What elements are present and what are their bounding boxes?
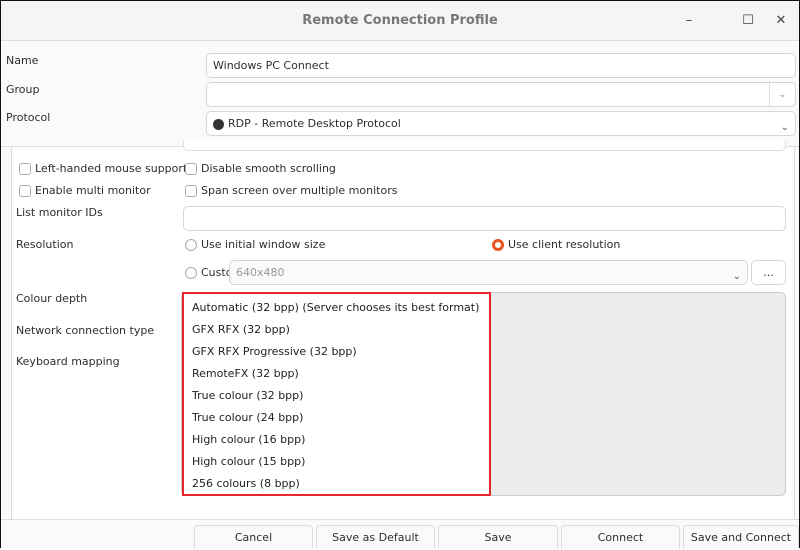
cancel-button[interactable]: Cancel — [194, 525, 313, 549]
group-input[interactable]: ⌄ — [206, 82, 796, 107]
radio-client-resolution[interactable]: Use client resolution — [492, 238, 620, 251]
left-handed-checkbox[interactable]: Left-handed mouse support — [19, 162, 187, 175]
chevron-down-icon[interactable]: ⌄ — [769, 83, 795, 106]
previous-field — [183, 141, 786, 151]
radio-selected-icon — [492, 238, 504, 251]
radio-label: Use initial window size — [201, 238, 326, 251]
more-button[interactable]: ... — [751, 260, 786, 285]
colour-depth-options-highlight: Automatic (32 bpp) (Server chooses its b… — [182, 292, 491, 496]
checkbox-label: Enable multi monitor — [35, 184, 151, 197]
protocol-value: RDP - Remote Desktop Protocol — [228, 117, 401, 130]
colour-depth-option[interactable]: Automatic (32 bpp) (Server chooses its b… — [192, 301, 479, 314]
monitor-ids-label: List monitor IDs — [16, 206, 103, 219]
chevron-down-icon: ⌄ — [780, 122, 789, 133]
minimize-icon[interactable]: – — [679, 11, 699, 31]
close-icon[interactable]: ✕ — [771, 11, 791, 31]
span-screen-checkbox[interactable]: Span screen over multiple monitors — [185, 184, 397, 197]
custom-resolution-value: 640x480 — [236, 266, 285, 279]
colour-depth-option[interactable]: High colour (16 bpp) — [192, 433, 305, 446]
multi-monitor-checkbox[interactable]: Enable multi monitor — [19, 184, 151, 197]
group-label: Group — [6, 83, 40, 96]
resolution-label: Resolution — [16, 238, 74, 251]
save-as-default-button[interactable]: Save as Default — [316, 525, 435, 549]
chevron-down-icon: ⌄ — [732, 271, 741, 282]
checkbox-label: Left-handed mouse support — [35, 162, 188, 175]
disable-smooth-scrolling-checkbox[interactable]: Disable smooth scrolling — [185, 162, 336, 175]
checkbox-label: Span screen over multiple monitors — [201, 184, 398, 197]
save-and-connect-button[interactable]: Save and Connect — [683, 525, 799, 549]
colour-depth-option[interactable]: RemoteFX (32 bpp) — [192, 367, 299, 380]
name-input[interactable]: Windows PC Connect — [206, 53, 796, 78]
colour-depth-option[interactable]: High colour (15 bpp) — [192, 455, 305, 468]
colour-depth-option[interactable]: True colour (24 bpp) — [192, 411, 303, 424]
network-connection-label: Network connection type — [16, 324, 155, 337]
checkbox-icon — [19, 162, 31, 175]
connect-button[interactable]: Connect — [561, 525, 680, 549]
protocol-label: Protocol — [6, 111, 51, 124]
name-label: Name — [6, 54, 39, 67]
divider — [1, 519, 799, 520]
radio-initial-window-size[interactable]: Use initial window size — [185, 238, 325, 251]
colour-depth-option[interactable]: GFX RFX Progressive (32 bpp) — [192, 345, 357, 358]
checkbox-icon — [185, 162, 197, 175]
title-bar: Remote Connection Profile – ☐ ✕ — [1, 1, 799, 41]
colour-depth-option[interactable]: 256 colours (8 bpp) — [192, 477, 300, 490]
radio-label: Use client resolution — [508, 238, 621, 251]
protocol-select[interactable]: RDP - Remote Desktop Protocol ⌄ — [206, 111, 796, 136]
colour-depth-label: Colour depth — [16, 292, 88, 305]
checkbox-icon — [19, 184, 31, 197]
checkbox-label: Disable smooth scrolling — [201, 162, 336, 175]
colour-depth-option[interactable]: True colour (32 bpp) — [192, 389, 303, 402]
maximize-icon[interactable]: ☐ — [738, 11, 758, 31]
colour-depth-option[interactable]: GFX RFX (32 bpp) — [192, 323, 290, 336]
custom-resolution-select[interactable]: 640x480 ⌄ — [229, 260, 748, 285]
radio-icon — [185, 238, 197, 251]
save-button[interactable]: Save — [438, 525, 558, 549]
checkbox-icon — [185, 184, 197, 197]
monitor-ids-input[interactable] — [183, 206, 786, 231]
dialog-window: Remote Connection Profile – ☐ ✕ Name Win… — [0, 0, 800, 549]
keyboard-mapping-label: Keyboard mapping — [16, 355, 120, 368]
radio-icon — [185, 266, 197, 279]
rdp-protocol-icon — [213, 118, 224, 130]
